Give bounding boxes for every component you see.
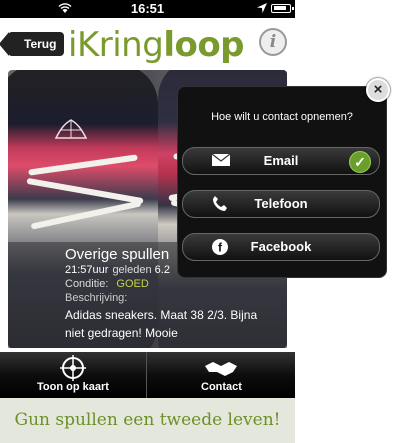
footer-tagline: Gun spullen een tweede leven!	[0, 398, 295, 443]
condition-value: GOED	[116, 278, 149, 290]
logo-prefix: iKring	[68, 25, 164, 65]
status-bar: 16:51	[0, 0, 295, 18]
description-label: Beschrijving:	[65, 292, 128, 304]
close-popup-button[interactable]: ×	[366, 78, 390, 102]
handshake-icon	[205, 362, 237, 376]
item-description: Adidas sneakers. Maat 38 2/3. Bijna niet…	[65, 308, 258, 340]
tab-show-on-map-label: Toon op kaart	[37, 381, 109, 393]
logo-suffix: loop	[163, 25, 245, 65]
contact-option-facebook[interactable]: f Facebook	[182, 233, 380, 261]
item-time-value: 21:57uur	[65, 264, 109, 276]
tab-contact[interactable]: Contact	[148, 352, 295, 398]
item-time: 21:57uur geleden 6.2	[65, 264, 170, 276]
contact-popup: Hoe wilt u contact opnemen? Email ✓ Tele…	[177, 86, 387, 278]
tab-bar: Toon op kaart Contact	[0, 352, 295, 398]
checkmark-icon: ✓	[349, 151, 371, 173]
contact-option-facebook-label: Facebook	[250, 239, 312, 254]
location-arrow-icon	[257, 3, 267, 13]
battery-icon	[271, 4, 294, 13]
tab-contact-label: Contact	[201, 381, 242, 393]
contact-question: Hoe wilt u contact opnemen?	[211, 111, 353, 123]
condition-label: Conditie:	[65, 278, 109, 290]
adidas-logo-icon	[54, 119, 88, 139]
item-time-ago: geleden	[112, 264, 152, 276]
info-button[interactable]: i	[259, 28, 287, 56]
item-distance: 6.2	[154, 264, 170, 276]
contact-option-phone[interactable]: Telefoon	[182, 190, 380, 218]
item-condition: Conditie: GOED	[65, 278, 149, 290]
status-time: 16:51	[130, 1, 165, 16]
back-button[interactable]: Terug	[0, 32, 65, 56]
app-logo: iKringloop	[68, 25, 245, 65]
item-title: Overige spullen	[65, 246, 170, 263]
contact-option-email[interactable]: Email ✓	[182, 147, 380, 175]
map-target-icon	[60, 355, 86, 381]
tab-show-on-map[interactable]: Toon op kaart	[0, 352, 147, 398]
header: Terug iKringloop i	[0, 18, 295, 68]
contact-option-phone-label: Telefoon	[254, 196, 308, 211]
